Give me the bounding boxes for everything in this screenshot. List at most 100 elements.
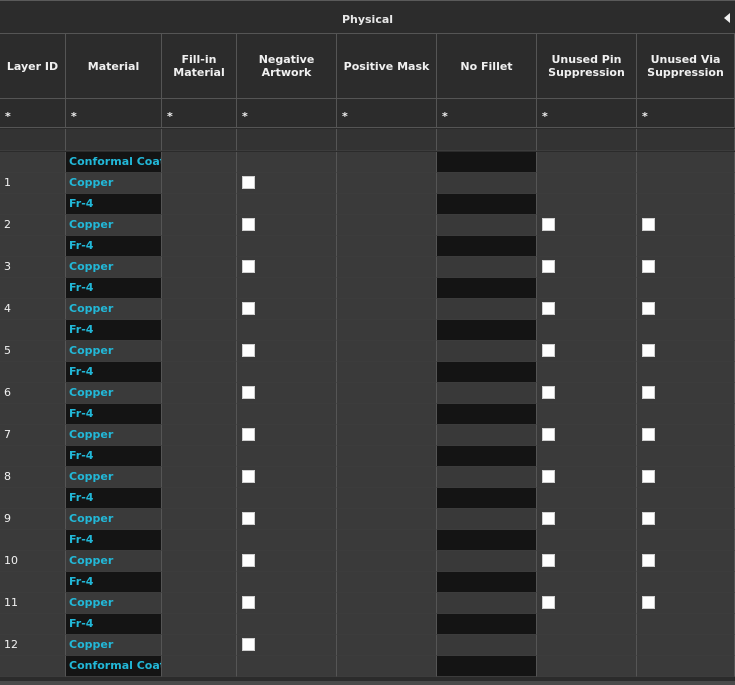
row-21-neg-art-cell[interactable]: [237, 572, 337, 593]
row-7-unused-pin-cell[interactable]: [537, 278, 637, 299]
row-7-no-fillet-cell[interactable]: [437, 278, 537, 299]
row-24-unused-pin-cell[interactable]: [537, 635, 637, 656]
row-20-material-cell[interactable]: Copper: [66, 551, 162, 572]
row-5-pos-mask-cell[interactable]: [337, 236, 437, 257]
row-18-fill-in-cell[interactable]: [162, 509, 237, 530]
row-20-fill-in-cell[interactable]: [162, 551, 237, 572]
row-20-pos-mask-cell[interactable]: [337, 551, 437, 572]
row-11-neg-art-cell[interactable]: [237, 362, 337, 383]
column-header-neg-art[interactable]: Negative Artwork: [237, 34, 337, 99]
row-13-fill-in-cell[interactable]: [162, 404, 237, 425]
row-22-no-fillet-cell[interactable]: [437, 593, 537, 614]
row-25-material-cell[interactable]: Conformal Coat: [66, 656, 162, 677]
row-12-material-cell[interactable]: Copper: [66, 383, 162, 404]
checkbox-unchecked-icon[interactable]: [242, 386, 255, 399]
checkbox-unchecked-icon[interactable]: [242, 302, 255, 315]
row-3-no-fillet-cell[interactable]: [437, 194, 537, 215]
row-2-fill-in-cell[interactable]: [162, 173, 237, 194]
checkbox-unchecked-icon[interactable]: [542, 596, 555, 609]
row-7-fill-in-cell[interactable]: [162, 278, 237, 299]
row-3-pos-mask-cell[interactable]: [337, 194, 437, 215]
row-20-layer-id-cell[interactable]: 10: [0, 551, 66, 572]
row-7-neg-art-cell[interactable]: [237, 278, 337, 299]
row-22-material-cell[interactable]: Copper: [66, 593, 162, 614]
row-8-fill-in-cell[interactable]: [162, 299, 237, 320]
row-3-fill-in-cell[interactable]: [162, 194, 237, 215]
row-15-neg-art-cell[interactable]: [237, 446, 337, 467]
checkbox-unchecked-icon[interactable]: [542, 470, 555, 483]
row-12-pos-mask-cell[interactable]: [337, 383, 437, 404]
filter-cell-layer-id[interactable]: *: [0, 99, 66, 128]
row-11-pos-mask-cell[interactable]: [337, 362, 437, 383]
row-9-layer-id-cell[interactable]: [0, 320, 66, 341]
row-24-material-cell[interactable]: Copper: [66, 635, 162, 656]
row-6-material-cell[interactable]: Copper: [66, 257, 162, 278]
row-13-neg-art-cell[interactable]: [237, 404, 337, 425]
row-14-material-cell[interactable]: Copper: [66, 425, 162, 446]
row-2-pos-mask-cell[interactable]: [337, 173, 437, 194]
row-9-material-cell[interactable]: Fr-4: [66, 320, 162, 341]
row-11-no-fillet-cell[interactable]: [437, 362, 537, 383]
row-21-unused-via-cell[interactable]: [637, 572, 735, 593]
row-1-fill-in-cell[interactable]: [162, 152, 237, 173]
row-5-fill-in-cell[interactable]: [162, 236, 237, 257]
checkbox-unchecked-icon[interactable]: [242, 596, 255, 609]
row-10-pos-mask-cell[interactable]: [337, 341, 437, 362]
row-2-unused-pin-cell[interactable]: [537, 173, 637, 194]
row-20-no-fillet-cell[interactable]: [437, 551, 537, 572]
row-8-no-fillet-cell[interactable]: [437, 299, 537, 320]
row-15-no-fillet-cell[interactable]: [437, 446, 537, 467]
row-7-material-cell[interactable]: Fr-4: [66, 278, 162, 299]
row-16-no-fillet-cell[interactable]: [437, 467, 537, 488]
checkbox-unchecked-icon[interactable]: [542, 512, 555, 525]
row-18-layer-id-cell[interactable]: 9: [0, 509, 66, 530]
filter-cell-pos-mask[interactable]: *: [337, 99, 437, 128]
row-1-unused-pin-cell[interactable]: [537, 152, 637, 173]
row-24-unused-via-cell[interactable]: [637, 635, 735, 656]
row-14-no-fillet-cell[interactable]: [437, 425, 537, 446]
row-22-fill-in-cell[interactable]: [162, 593, 237, 614]
filter-cell-fill-in[interactable]: *: [162, 99, 237, 128]
row-11-unused-via-cell[interactable]: [637, 362, 735, 383]
row-9-no-fillet-cell[interactable]: [437, 320, 537, 341]
filter-cell-unused-via[interactable]: *: [637, 99, 735, 128]
row-11-material-cell[interactable]: Fr-4: [66, 362, 162, 383]
row-3-layer-id-cell[interactable]: [0, 194, 66, 215]
row-2-layer-id-cell[interactable]: 1: [0, 173, 66, 194]
row-15-unused-via-cell[interactable]: [637, 446, 735, 467]
checkbox-unchecked-icon[interactable]: [642, 344, 655, 357]
row-13-unused-pin-cell[interactable]: [537, 404, 637, 425]
row-15-pos-mask-cell[interactable]: [337, 446, 437, 467]
row-23-fill-in-cell[interactable]: [162, 614, 237, 635]
row-25-unused-via-cell[interactable]: [637, 656, 735, 677]
row-14-layer-id-cell[interactable]: 7: [0, 425, 66, 446]
row-4-pos-mask-cell[interactable]: [337, 215, 437, 236]
row-9-unused-pin-cell[interactable]: [537, 320, 637, 341]
row-25-unused-pin-cell[interactable]: [537, 656, 637, 677]
row-1-layer-id-cell[interactable]: [0, 152, 66, 173]
row-6-pos-mask-cell[interactable]: [337, 257, 437, 278]
row-3-material-cell[interactable]: Fr-4: [66, 194, 162, 215]
row-4-material-cell[interactable]: Copper: [66, 215, 162, 236]
row-23-unused-via-cell[interactable]: [637, 614, 735, 635]
row-7-pos-mask-cell[interactable]: [337, 278, 437, 299]
row-1-material-cell[interactable]: Conformal Coat: [66, 152, 162, 173]
checkbox-unchecked-icon[interactable]: [242, 260, 255, 273]
row-17-neg-art-cell[interactable]: [237, 488, 337, 509]
checkbox-unchecked-icon[interactable]: [642, 596, 655, 609]
row-2-material-cell[interactable]: Copper: [66, 173, 162, 194]
row-23-neg-art-cell[interactable]: [237, 614, 337, 635]
checkbox-unchecked-icon[interactable]: [642, 260, 655, 273]
checkbox-unchecked-icon[interactable]: [542, 386, 555, 399]
row-24-pos-mask-cell[interactable]: [337, 635, 437, 656]
row-15-unused-pin-cell[interactable]: [537, 446, 637, 467]
row-21-fill-in-cell[interactable]: [162, 572, 237, 593]
row-25-neg-art-cell[interactable]: [237, 656, 337, 677]
row-17-unused-via-cell[interactable]: [637, 488, 735, 509]
row-24-no-fillet-cell[interactable]: [437, 635, 537, 656]
row-25-fill-in-cell[interactable]: [162, 656, 237, 677]
filter-cell-no-fillet[interactable]: *: [437, 99, 537, 128]
row-18-material-cell[interactable]: Copper: [66, 509, 162, 530]
row-19-pos-mask-cell[interactable]: [337, 530, 437, 551]
row-23-material-cell[interactable]: Fr-4: [66, 614, 162, 635]
